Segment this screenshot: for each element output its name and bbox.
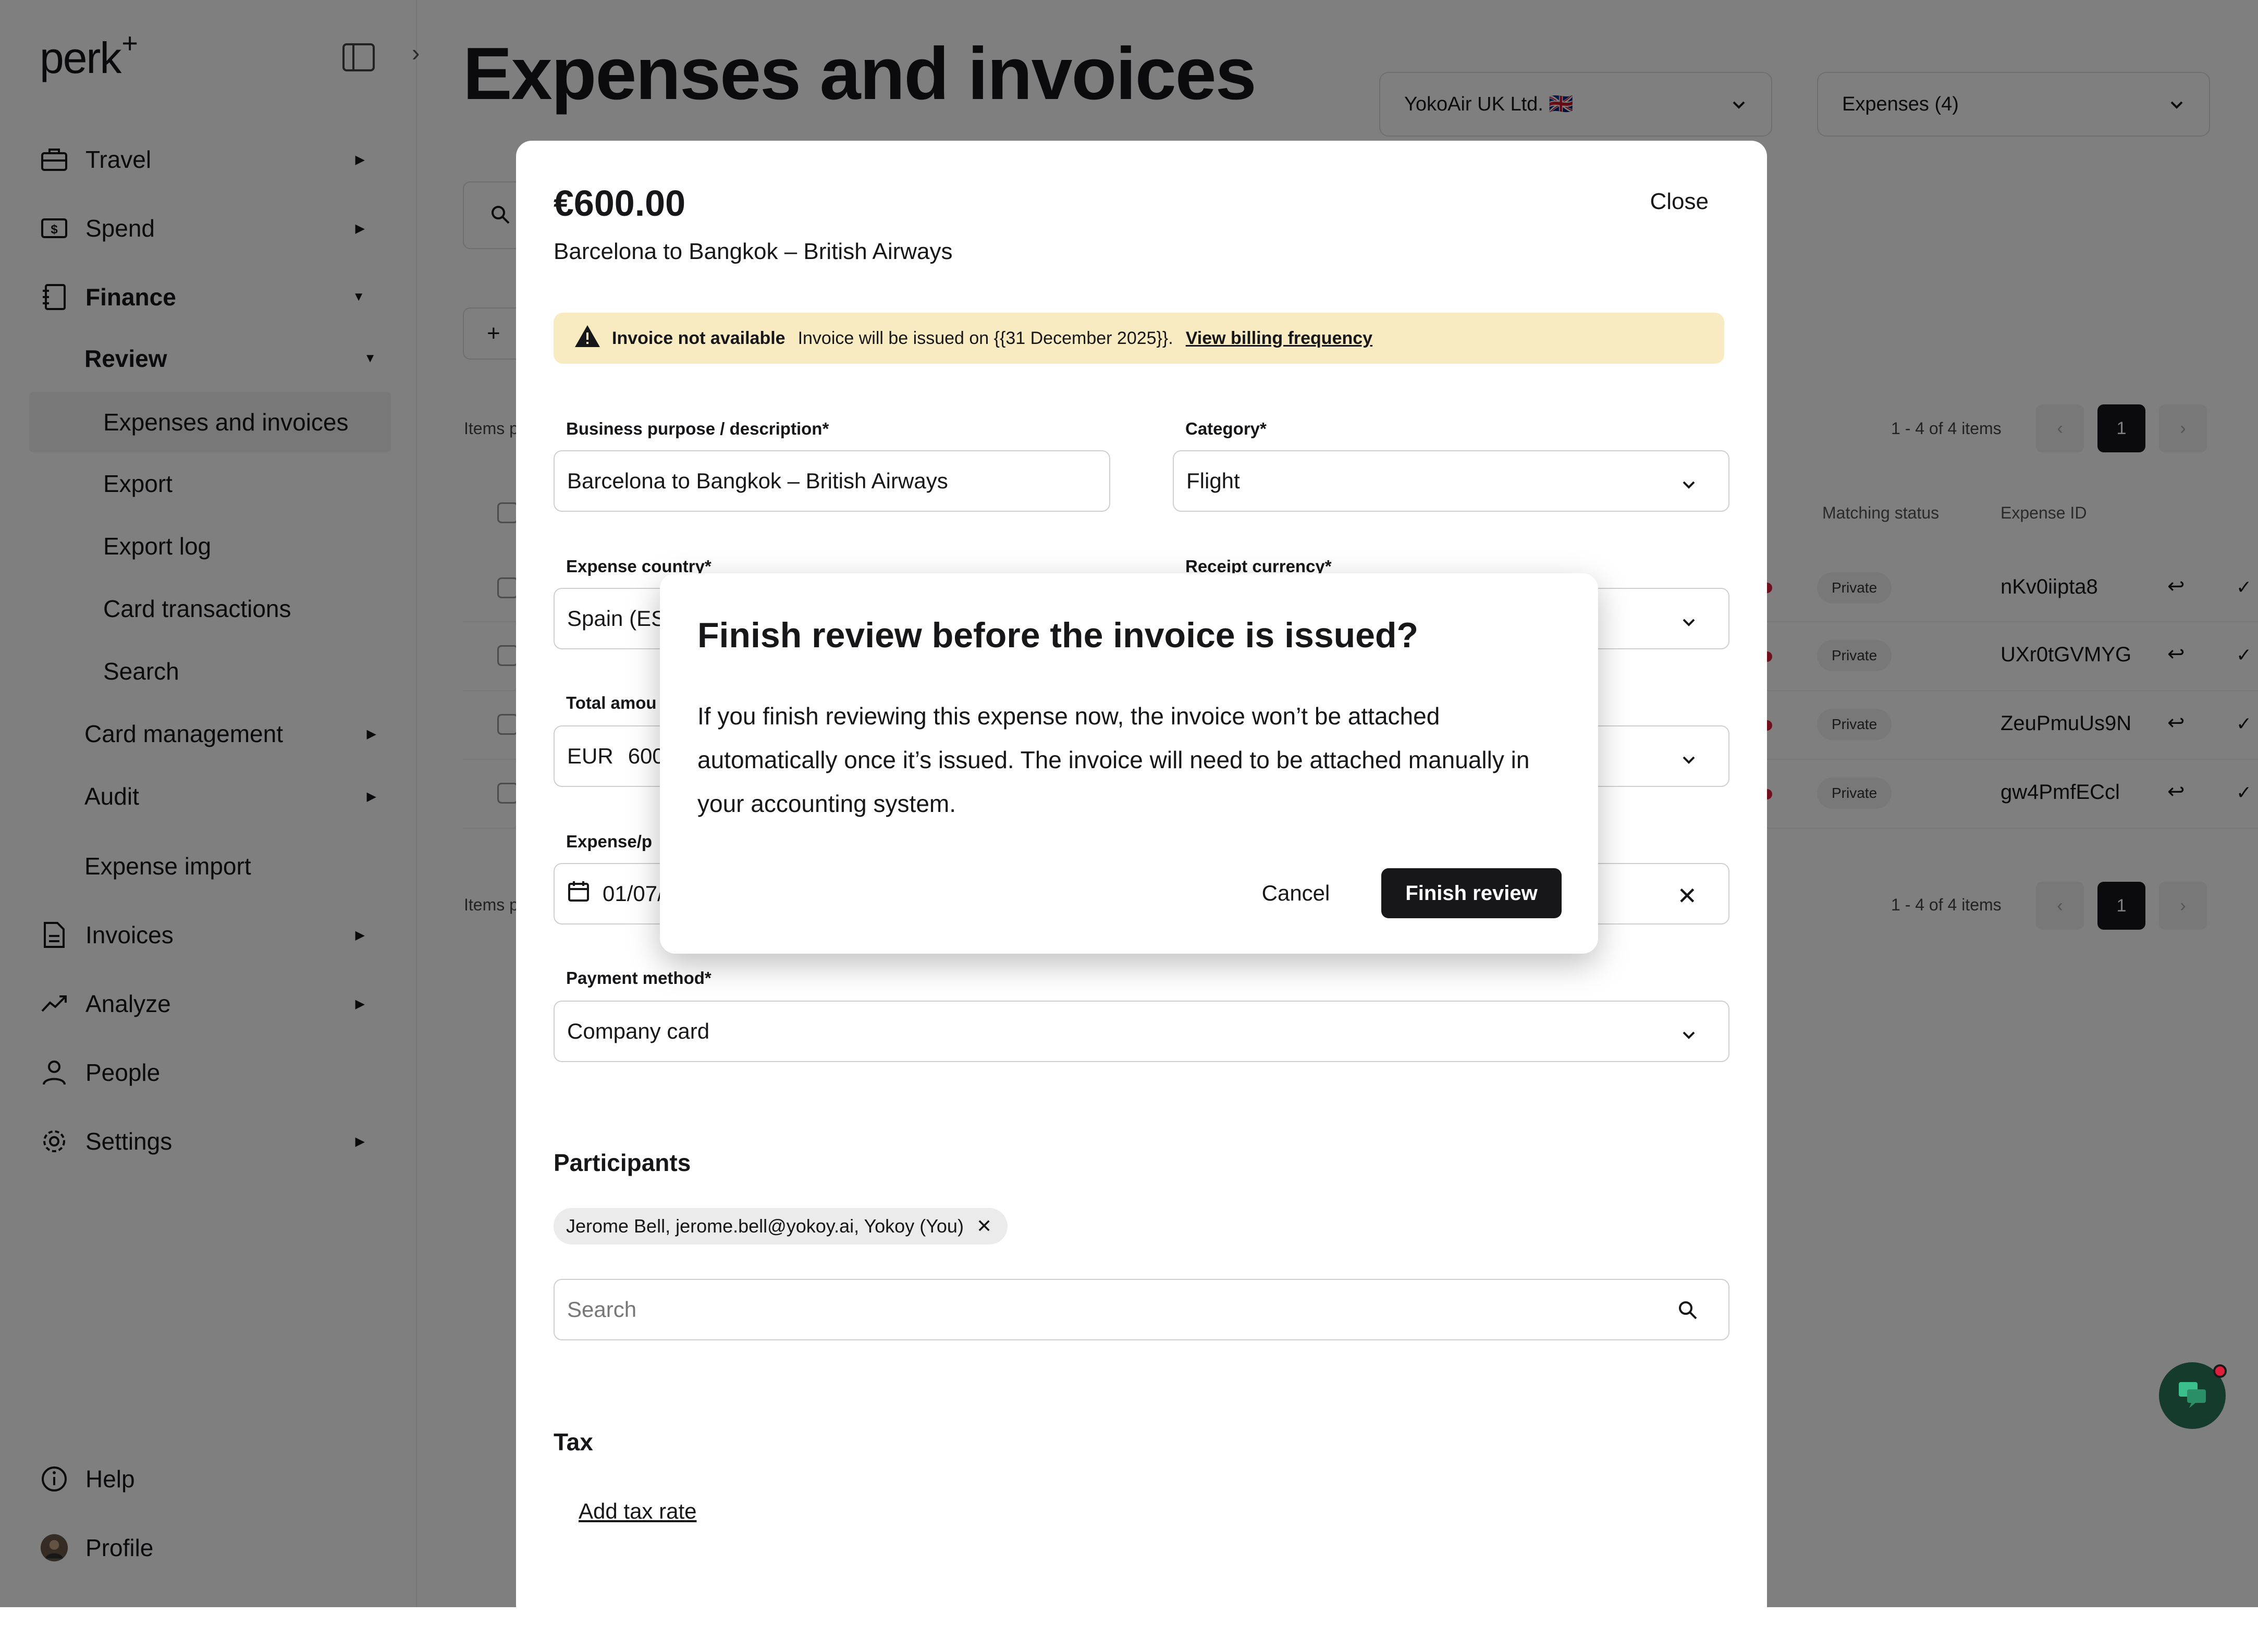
view-billing-frequency-link[interactable]: View billing frequency: [1186, 328, 1372, 349]
warning-icon: [573, 324, 602, 353]
payment-method-select[interactable]: Company card: [554, 1001, 1729, 1062]
business-purpose-input[interactable]: Barcelona to Bangkok – British Airways: [554, 450, 1110, 512]
category-select[interactable]: Flight: [1173, 450, 1729, 512]
chat-icon: [2177, 1380, 2208, 1412]
dialog-body: If you finish reviewing this expense now…: [697, 702, 1530, 817]
expense-amount: €600.00: [554, 183, 686, 224]
total-amount-label: Total amou: [566, 693, 657, 712]
invoice-warning-banner: Invoice not available Invoice will be is…: [554, 313, 1724, 364]
search-icon: [1677, 1300, 1698, 1326]
add-tax-rate-link[interactable]: Add tax rate: [579, 1499, 696, 1524]
tax-title: Tax: [554, 1428, 593, 1456]
calendar-icon: [567, 880, 590, 908]
cancel-button[interactable]: Cancel: [1249, 868, 1343, 918]
chevron-down-icon: [1680, 473, 1697, 498]
remove-participant-icon[interactable]: ✕: [976, 1215, 992, 1237]
payment-method-label: Payment method*: [566, 968, 711, 988]
participant-search-input[interactable]: Search: [554, 1279, 1729, 1340]
clear-icon[interactable]: ✕: [1677, 882, 1697, 910]
dialog-title: Finish review before the invoice is issu…: [697, 615, 1419, 655]
close-drawer-button[interactable]: Close: [1650, 189, 1709, 215]
chevron-down-icon: [1680, 748, 1697, 773]
expense-subtitle: Barcelona to Bangkok – British Airways: [554, 239, 953, 264]
category-label: Category*: [1185, 419, 1267, 438]
banner-text: Invoice will be issued on {{31 December …: [797, 328, 1173, 348]
participants-title: Participants: [554, 1149, 691, 1176]
finish-review-button[interactable]: Finish review: [1381, 868, 1562, 918]
expense-date-label: Expense/p: [566, 832, 653, 851]
banner-title: Invoice not available: [612, 328, 786, 348]
business-purpose-label: Business purpose / description*: [566, 419, 829, 438]
finish-review-dialog: Finish review before the invoice is issu…: [660, 573, 1598, 954]
notification-dot: [2213, 1364, 2227, 1378]
participant-chip: Jerome Bell, jerome.bell@yokoy.ai, Yokoy…: [554, 1208, 1008, 1244]
chevron-down-icon: [1680, 611, 1697, 636]
chevron-down-icon: [1680, 1024, 1697, 1049]
